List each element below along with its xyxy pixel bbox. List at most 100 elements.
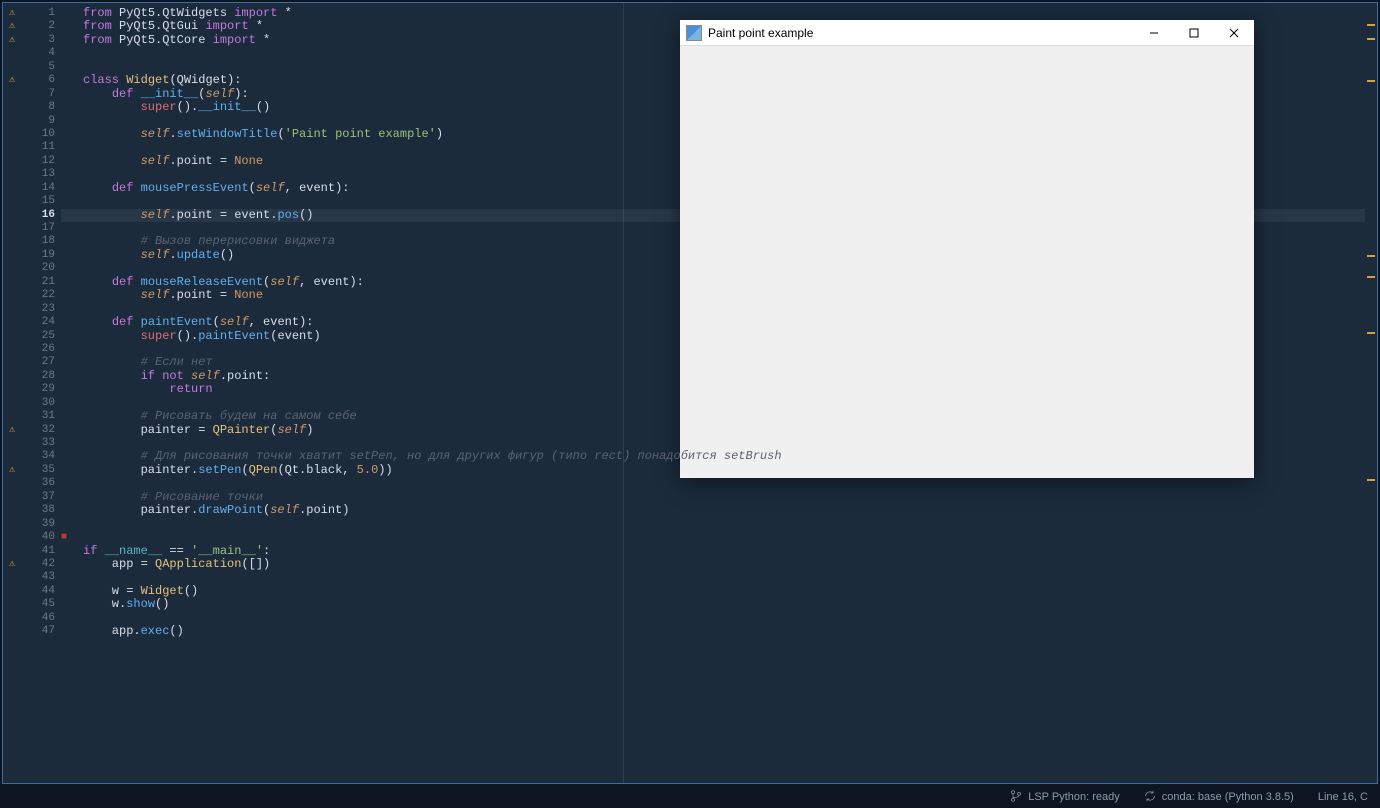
line-number[interactable]: 11	[21, 141, 61, 154]
line-number[interactable]: 39	[21, 518, 61, 531]
code-line[interactable]	[61, 518, 1365, 531]
line-number[interactable]: 9	[21, 115, 61, 128]
code-line[interactable]: # Рисовать будем на самом себе	[61, 410, 1365, 423]
code-line[interactable]: class Widget(QWidget):	[61, 74, 1365, 87]
code-line[interactable]: def __init__(self):	[61, 88, 1365, 101]
status-lsp[interactable]: LSP Python: ready	[998, 790, 1132, 805]
line-number[interactable]: 27	[21, 356, 61, 369]
line-number[interactable]: 15	[21, 195, 61, 208]
line-number[interactable]: 25	[21, 330, 61, 343]
line-number[interactable]: 12	[21, 155, 61, 168]
line-number[interactable]: 4	[21, 47, 61, 60]
line-number[interactable]: 32	[21, 424, 61, 437]
code-line[interactable]: if __name__ == '__main__':	[61, 545, 1365, 558]
code-line[interactable]	[61, 343, 1365, 356]
line-number[interactable]: 24	[21, 316, 61, 329]
code-line[interactable]	[61, 612, 1365, 625]
line-number[interactable]: 19	[21, 249, 61, 262]
line-number[interactable]: 42	[21, 558, 61, 571]
code-line[interactable]: from PyQt5.QtWidgets import *	[61, 7, 1365, 20]
line-number[interactable]: 26	[21, 343, 61, 356]
line-number[interactable]: 1	[21, 7, 61, 20]
line-number[interactable]: 8	[21, 101, 61, 114]
code-line[interactable]	[61, 531, 1365, 544]
line-number[interactable]: 38	[21, 504, 61, 517]
line-number[interactable]: 34	[21, 450, 61, 463]
code-line[interactable]	[61, 303, 1365, 316]
line-number[interactable]: 28	[21, 370, 61, 383]
line-number[interactable]: 18	[21, 235, 61, 248]
code-line[interactable]: # Для рисования точки хватит setPen, но …	[61, 450, 1365, 463]
code-line[interactable]: self.point = event.pos()	[61, 209, 1365, 222]
code-line[interactable]: super().__init__()	[61, 101, 1365, 114]
line-number[interactable]: 22	[21, 289, 61, 302]
line-number[interactable]: 33	[21, 437, 61, 450]
code-line[interactable]	[61, 262, 1365, 275]
line-number[interactable]: 31	[21, 410, 61, 423]
code-line[interactable]	[61, 437, 1365, 450]
line-number[interactable]: 17	[21, 222, 61, 235]
code-line[interactable]	[61, 168, 1365, 181]
line-number[interactable]: 41	[21, 545, 61, 558]
minimap[interactable]	[1365, 3, 1377, 783]
line-number[interactable]: 7	[21, 88, 61, 101]
line-number[interactable]: 6	[21, 74, 61, 87]
line-number[interactable]: 16	[21, 209, 61, 222]
line-number[interactable]: 40	[21, 531, 61, 544]
line-number[interactable]: 45	[21, 598, 61, 611]
code-line[interactable]: self.point = None	[61, 155, 1365, 168]
line-number[interactable]: 36	[21, 477, 61, 490]
line-number[interactable]: 37	[21, 491, 61, 504]
code-line[interactable]: painter = QPainter(self)	[61, 424, 1365, 437]
code-line[interactable]: if not self.point:	[61, 370, 1365, 383]
line-number[interactable]: 14	[21, 182, 61, 195]
code-line[interactable]: # Если нет	[61, 356, 1365, 369]
line-number[interactable]: 44	[21, 585, 61, 598]
code-line[interactable]: return	[61, 383, 1365, 396]
code-line[interactable]: def mouseReleaseEvent(self, event):	[61, 276, 1365, 289]
code-line[interactable]: def mousePressEvent(self, event):	[61, 182, 1365, 195]
code-line[interactable]: w.show()	[61, 598, 1365, 611]
line-number[interactable]: 23	[21, 303, 61, 316]
code-line[interactable]: from PyQt5.QtCore import *	[61, 34, 1365, 47]
code-line[interactable]: w = Widget()	[61, 585, 1365, 598]
status-linecol[interactable]: Line 16, C	[1306, 791, 1380, 803]
code-line[interactable]: self.update()	[61, 249, 1365, 262]
code-line[interactable]	[61, 141, 1365, 154]
line-number[interactable]: 43	[21, 571, 61, 584]
code-line[interactable]	[61, 61, 1365, 74]
code-line[interactable]	[61, 571, 1365, 584]
line-number[interactable]: 29	[21, 383, 61, 396]
code-line[interactable]: app.exec()	[61, 625, 1365, 638]
code-line[interactable]: painter.setPen(QPen(Qt.black, 5.0))	[61, 464, 1365, 477]
code-line[interactable]	[61, 115, 1365, 128]
code-line[interactable]: # Рисование точки	[61, 491, 1365, 504]
code-line[interactable]: self.setWindowTitle('Paint point example…	[61, 128, 1365, 141]
code-line[interactable]: # Вызов перерисовки виджета	[61, 235, 1365, 248]
line-number[interactable]: 35	[21, 464, 61, 477]
code-line[interactable]: app = QApplication([])	[61, 558, 1365, 571]
status-conda[interactable]: conda: base (Python 3.8.5)	[1132, 790, 1306, 805]
line-number[interactable]: 2	[21, 20, 61, 33]
line-number[interactable]: 21	[21, 276, 61, 289]
code-line[interactable]: def paintEvent(self, event):	[61, 316, 1365, 329]
line-number[interactable]: 30	[21, 397, 61, 410]
code-line[interactable]: painter.drawPoint(self.point)	[61, 504, 1365, 517]
line-number[interactable]: 3	[21, 34, 61, 47]
code-area[interactable]: from PyQt5.QtWidgets import *from PyQt5.…	[61, 3, 1365, 783]
line-number[interactable]: 46	[21, 612, 61, 625]
line-number[interactable]: 13	[21, 168, 61, 181]
line-number[interactable]: 5	[21, 61, 61, 74]
code-line[interactable]	[61, 222, 1365, 235]
code-line[interactable]	[61, 47, 1365, 60]
line-number-gutter[interactable]: 1234567891011121314151617181920212223242…	[21, 3, 61, 783]
code-line[interactable]	[61, 477, 1365, 490]
line-number[interactable]: 47	[21, 625, 61, 638]
code-line[interactable]: self.point = None	[61, 289, 1365, 302]
code-line[interactable]	[61, 397, 1365, 410]
code-line[interactable]: from PyQt5.QtGui import *	[61, 20, 1365, 33]
code-line[interactable]: super().paintEvent(event)	[61, 330, 1365, 343]
code-line[interactable]	[61, 195, 1365, 208]
line-number[interactable]: 10	[21, 128, 61, 141]
line-number[interactable]: 20	[21, 262, 61, 275]
